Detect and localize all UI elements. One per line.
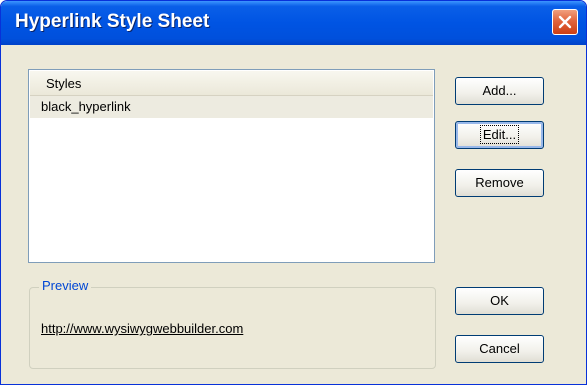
add-button-label: Add... bbox=[482, 83, 517, 98]
styles-header-label: Styles bbox=[46, 76, 82, 91]
preview-link[interactable]: http://www.wysiwygwebbuilder.com bbox=[41, 321, 243, 336]
ok-button[interactable]: OK bbox=[455, 287, 544, 315]
list-item[interactable]: black_hyperlink bbox=[30, 96, 433, 118]
remove-button[interactable]: Remove bbox=[455, 169, 544, 197]
dialog-window: Hyperlink Style Sheet Styles black_hyper… bbox=[0, 0, 587, 385]
edit-button-label: Edit... bbox=[479, 125, 520, 144]
dialog-body: Styles black_hyperlink Preview http://ww… bbox=[1, 45, 586, 384]
preview-group: Preview http://www.wysiwygwebbuilder.com bbox=[29, 278, 436, 369]
window-title: Hyperlink Style Sheet bbox=[15, 11, 210, 32]
list-item-label: black_hyperlink bbox=[41, 99, 131, 114]
remove-button-label: Remove bbox=[475, 175, 524, 190]
edit-button[interactable]: Edit... bbox=[455, 121, 544, 149]
cancel-button-label: Cancel bbox=[479, 341, 520, 356]
preview-group-label: Preview bbox=[39, 278, 92, 293]
add-button[interactable]: Add... bbox=[455, 77, 544, 105]
styles-column-header[interactable]: Styles bbox=[30, 71, 433, 96]
cancel-button[interactable]: Cancel bbox=[455, 335, 544, 363]
close-icon bbox=[558, 15, 572, 29]
styles-list[interactable]: Styles black_hyperlink bbox=[28, 69, 435, 263]
title-bar[interactable]: Hyperlink Style Sheet bbox=[1, 1, 586, 45]
ok-button-label: OK bbox=[490, 293, 509, 308]
close-button[interactable] bbox=[552, 9, 578, 35]
